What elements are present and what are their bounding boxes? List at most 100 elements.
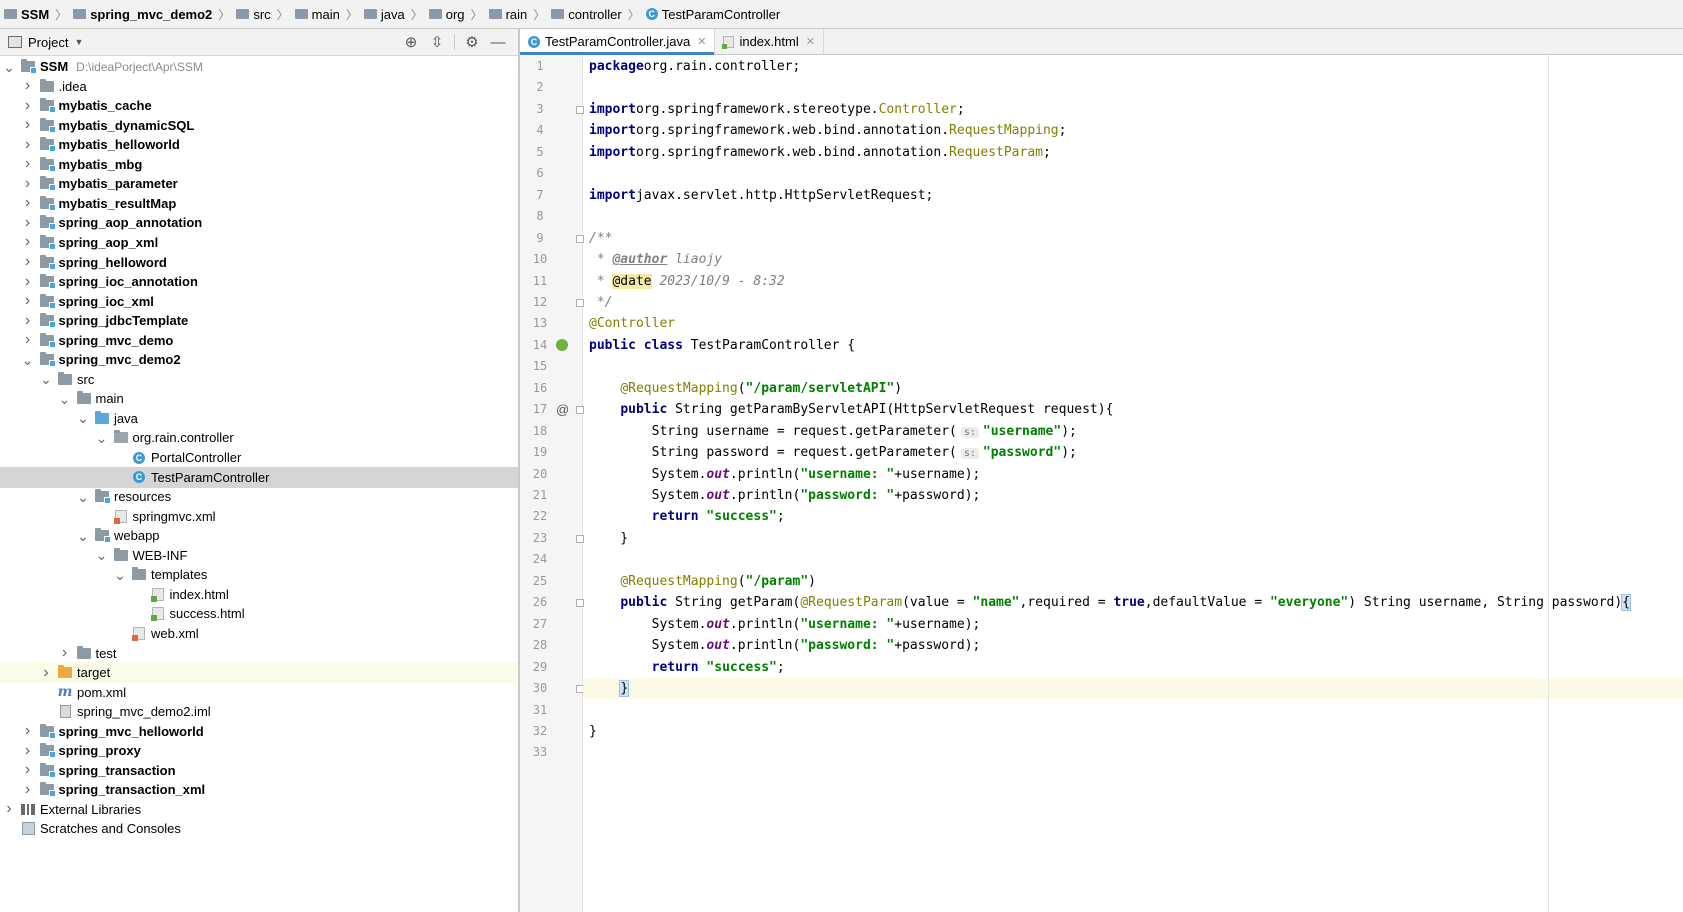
code-line[interactable]: String password = request.getParameter(s… bbox=[583, 442, 1683, 463]
breadcrumb-item[interactable]: SSM 〉 bbox=[0, 6, 69, 23]
close-icon[interactable]: ✕ bbox=[697, 35, 706, 48]
code-line[interactable]: System.out.println("username: "+username… bbox=[583, 614, 1683, 635]
tree-item[interactable]: › spring_helloword bbox=[0, 252, 518, 273]
collapse-all-icon[interactable]: ⇳ bbox=[424, 31, 450, 53]
chevron-right-icon[interactable]: › bbox=[21, 312, 35, 330]
tree-item[interactable]: ⌄ webapp bbox=[0, 525, 518, 546]
tree-item[interactable]: C TestParamController bbox=[0, 466, 518, 488]
code-line[interactable]: System.out.println("password: "+password… bbox=[583, 635, 1683, 656]
tree-item[interactable]: success.html bbox=[0, 603, 518, 624]
editor-tab[interactable]: C TestParamController.java ✕ bbox=[520, 29, 716, 55]
breadcrumb-item[interactable]: C TestParamController bbox=[642, 7, 783, 22]
chevron-down-icon[interactable]: ⌄ bbox=[76, 411, 90, 425]
code-line[interactable]: return "success"; bbox=[583, 657, 1683, 678]
chevron-right-icon[interactable]: › bbox=[21, 331, 35, 349]
chevron-right-icon[interactable]: › bbox=[21, 292, 35, 310]
code-line[interactable]: public String getParam(@RequestParam(val… bbox=[583, 592, 1683, 613]
code-line[interactable]: return "success"; bbox=[583, 506, 1683, 527]
tree-item[interactable]: › mybatis_helloworld bbox=[0, 134, 518, 155]
code-editor[interactable]: packageorg.rain.controller; importorg.spr… bbox=[583, 55, 1683, 912]
code-line[interactable]: @RequestMapping("/param/servletAPI") bbox=[583, 378, 1683, 399]
code-line[interactable]: * @author liaojy bbox=[583, 249, 1683, 270]
chevron-down-icon[interactable]: ⌄ bbox=[95, 431, 109, 445]
hide-panel-icon[interactable]: — bbox=[485, 31, 511, 53]
code-line[interactable]: public String getParamByServletAPI(HttpS… bbox=[583, 399, 1683, 420]
code-line[interactable]: */ bbox=[583, 292, 1683, 313]
breadcrumb-item[interactable]: src 〉 bbox=[232, 6, 290, 23]
tree-item[interactable]: › .idea bbox=[0, 76, 518, 97]
code-line[interactable]: importorg.springframework.stereotype.Con… bbox=[583, 99, 1683, 120]
tree-item[interactable]: › spring_jdbcTemplate bbox=[0, 310, 518, 331]
code-line[interactable]: System.out.println("username: "+username… bbox=[583, 464, 1683, 485]
tree-item[interactable]: Scratches and Consoles bbox=[0, 818, 518, 839]
gear-icon[interactable]: ⚙ bbox=[459, 31, 485, 53]
tree-item[interactable]: ⌄ WEB-INF bbox=[0, 545, 518, 566]
chevron-down-icon[interactable]: ⌄ bbox=[2, 60, 16, 74]
code-line[interactable]: importjavax.servlet.http.HttpServletRequ… bbox=[583, 185, 1683, 206]
chevron-right-icon[interactable]: › bbox=[58, 644, 72, 662]
chevron-right-icon[interactable]: › bbox=[21, 761, 35, 779]
tree-item[interactable]: springmvc.xml bbox=[0, 506, 518, 527]
code-line[interactable]: importorg.springframework.web.bind.annot… bbox=[583, 142, 1683, 163]
chevron-right-icon[interactable]: › bbox=[21, 97, 35, 115]
chevron-right-icon[interactable]: › bbox=[21, 77, 35, 95]
tree-item[interactable]: › mybatis_parameter bbox=[0, 173, 518, 194]
breadcrumb-item[interactable]: java 〉 bbox=[360, 6, 425, 23]
tree-item[interactable]: ⌄ java bbox=[0, 408, 518, 429]
breadcrumb-item[interactable]: org 〉 bbox=[425, 6, 485, 23]
chevron-down-icon[interactable]: ⌄ bbox=[58, 392, 72, 406]
code-line[interactable]: * @date 2023/10/9 - 8:32 bbox=[583, 271, 1683, 292]
chevron-right-icon[interactable]: › bbox=[2, 800, 16, 818]
chevron-right-icon[interactable]: › bbox=[21, 742, 35, 760]
chevron-right-icon[interactable]: › bbox=[21, 273, 35, 291]
tree-item[interactable]: › spring_ioc_annotation bbox=[0, 271, 518, 292]
tree-item[interactable]: ⌄ SSM D:\ideaPorject\Apr\SSM bbox=[0, 56, 518, 77]
breadcrumb-item[interactable]: rain 〉 bbox=[485, 6, 548, 23]
code-line[interactable] bbox=[583, 700, 1683, 721]
tree-item[interactable]: › mybatis_mbg bbox=[0, 154, 518, 175]
chevron-down-icon[interactable]: ⌄ bbox=[76, 490, 90, 504]
tree-item[interactable]: web.xml bbox=[0, 623, 518, 644]
chevron-right-icon[interactable]: › bbox=[21, 781, 35, 799]
code-line[interactable] bbox=[583, 163, 1683, 184]
code-line[interactable]: packageorg.rain.controller; bbox=[583, 56, 1683, 77]
project-view-selector[interactable]: Project ▼ bbox=[8, 35, 83, 50]
code-line[interactable]: importorg.springframework.web.bind.annot… bbox=[583, 120, 1683, 141]
tree-item[interactable]: › spring_mvc_demo bbox=[0, 330, 518, 351]
breadcrumb-item[interactable]: controller 〉 bbox=[547, 6, 641, 23]
code-line[interactable]: /** bbox=[583, 228, 1683, 249]
chevron-down-icon[interactable]: ⌄ bbox=[39, 372, 53, 386]
spring-bean-icon[interactable] bbox=[556, 338, 568, 351]
code-line[interactable] bbox=[583, 77, 1683, 98]
tree-item[interactable]: › mybatis_dynamicSQL bbox=[0, 115, 518, 136]
tree-item[interactable]: › test bbox=[0, 643, 518, 664]
chevron-right-icon[interactable]: › bbox=[21, 136, 35, 154]
tree-item[interactable]: › spring_transaction_xml bbox=[0, 779, 518, 800]
chevron-right-icon[interactable]: › bbox=[21, 155, 35, 173]
tree-item[interactable]: ⌄ templates bbox=[0, 564, 518, 585]
code-line[interactable] bbox=[583, 549, 1683, 570]
tree-item[interactable]: index.html bbox=[0, 584, 518, 605]
chevron-down-icon[interactable]: ⌄ bbox=[76, 529, 90, 543]
chevron-right-icon[interactable]: › bbox=[21, 175, 35, 193]
breadcrumb-item[interactable]: spring_mvc_demo2 〉 bbox=[69, 6, 232, 23]
tree-item[interactable]: ⌄ resources bbox=[0, 486, 518, 507]
code-line[interactable] bbox=[583, 742, 1683, 763]
tree-item[interactable]: › mybatis_resultMap bbox=[0, 193, 518, 214]
code-line[interactable] bbox=[583, 356, 1683, 377]
editor-tab[interactable]: index.html ✕ bbox=[715, 29, 824, 54]
code-line[interactable]: public class TestParamController { bbox=[583, 335, 1683, 356]
close-icon[interactable]: ✕ bbox=[806, 35, 815, 48]
tree-item[interactable]: C PortalController bbox=[0, 447, 518, 468]
chevron-down-icon[interactable]: ⌄ bbox=[21, 353, 35, 367]
chevron-right-icon[interactable]: › bbox=[21, 233, 35, 251]
tree-item[interactable]: › spring_aop_annotation bbox=[0, 212, 518, 233]
chevron-right-icon[interactable]: › bbox=[39, 664, 53, 682]
code-line[interactable]: @Controller bbox=[583, 313, 1683, 334]
tree-item[interactable]: ⌄ main bbox=[0, 388, 518, 409]
breadcrumb-item[interactable]: main 〉 bbox=[291, 6, 360, 23]
code-line[interactable]: } bbox=[583, 721, 1683, 742]
tree-item[interactable]: ⌄ src bbox=[0, 369, 518, 390]
code-line[interactable]: String username = request.getParameter(s… bbox=[583, 421, 1683, 442]
chevron-right-icon[interactable]: › bbox=[21, 722, 35, 740]
